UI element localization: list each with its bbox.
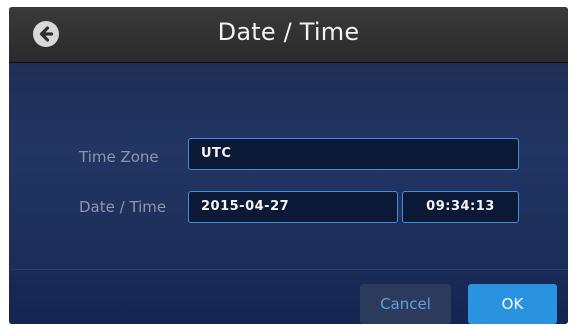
time-zone-label: Time Zone	[79, 148, 159, 166]
time-field[interactable]: 09:34:13	[402, 191, 519, 223]
title-bar: Date / Time	[9, 7, 568, 63]
time-zone-field[interactable]: UTC	[188, 138, 519, 170]
device-screen: Date / Time Time Zone UTC Date / Time 20…	[9, 7, 568, 324]
page-title: Date / Time	[217, 18, 360, 46]
cancel-button[interactable]: Cancel	[360, 284, 451, 324]
date-field[interactable]: 2015-04-27	[188, 191, 398, 223]
date-time-label: Date / Time	[79, 198, 167, 216]
ok-button[interactable]: OK	[468, 284, 557, 324]
footer-bar: Cancel OK	[9, 269, 568, 324]
